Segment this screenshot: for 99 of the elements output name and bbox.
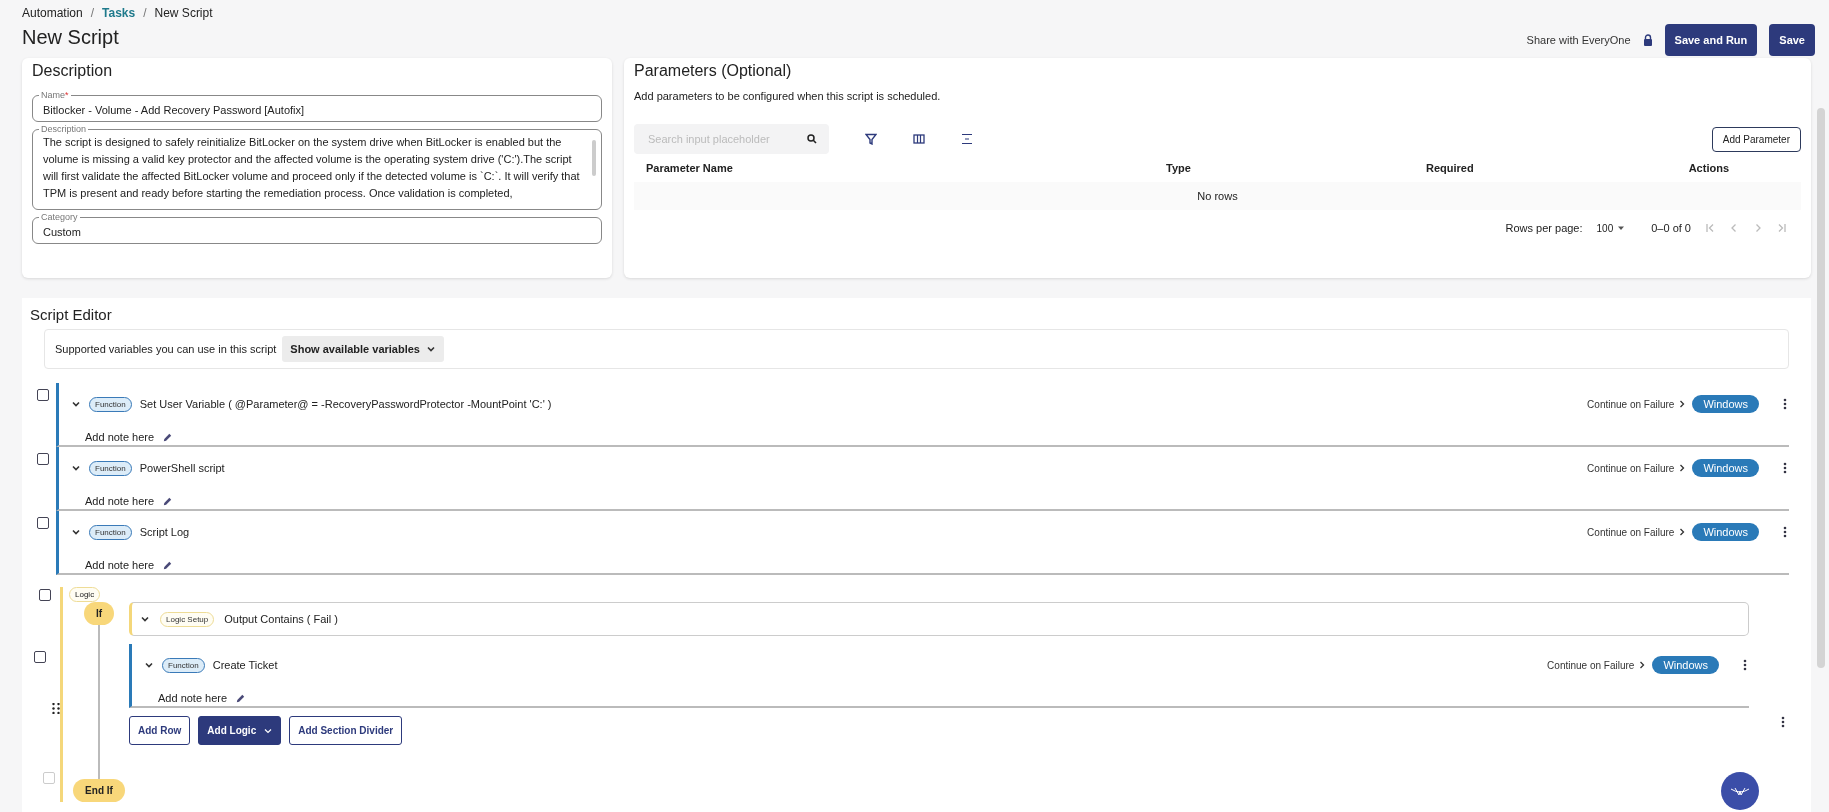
density-icon[interactable] bbox=[961, 133, 973, 145]
condition-text: Output Contains ( Fail ) bbox=[224, 613, 338, 625]
os-badge: Windows bbox=[1652, 656, 1719, 674]
dropdown-caret-icon bbox=[1617, 225, 1626, 231]
checkbox[interactable] bbox=[37, 517, 49, 529]
chevron-right-icon bbox=[1678, 464, 1687, 472]
columns-icon[interactable] bbox=[913, 134, 925, 144]
chevron-right-icon bbox=[1678, 528, 1687, 536]
field-label: Name* bbox=[40, 90, 70, 100]
chevron-down-icon bbox=[71, 527, 81, 537]
description-textarea[interactable] bbox=[32, 124, 602, 210]
pencil-icon[interactable] bbox=[162, 559, 174, 571]
logic-setup-tag: Logic Setup bbox=[160, 611, 215, 627]
empty-table-message: No rows bbox=[634, 182, 1801, 210]
search-icon bbox=[807, 134, 817, 144]
note-text[interactable]: Add note here bbox=[85, 495, 155, 507]
header-button[interactable]: Save and Run bbox=[1664, 24, 1758, 56]
os-badge: Windows bbox=[1692, 459, 1759, 477]
breadcrumb-separator: / bbox=[143, 6, 147, 20]
end-if-label: End If bbox=[73, 779, 125, 802]
rows-per-page-label: Rows per page: bbox=[1505, 222, 1583, 234]
expand-toggle[interactable] bbox=[140, 614, 150, 624]
field-label: Description bbox=[40, 124, 88, 134]
text-field[interactable]: Category Custom bbox=[32, 212, 602, 244]
add-button[interactable]: Add Section Divider bbox=[289, 716, 403, 745]
note-text[interactable]: Add note here bbox=[85, 559, 155, 571]
add-parameter-button[interactable]: Add Parameter bbox=[1711, 126, 1801, 152]
continue-on-failure-link[interactable]: Continue on Failure bbox=[1547, 659, 1647, 671]
assistant-button[interactable] bbox=[1721, 772, 1759, 810]
chevron-down-icon bbox=[425, 344, 436, 354]
breadcrumb-item: New Script bbox=[154, 6, 213, 20]
field-label: Category bbox=[40, 212, 79, 222]
field-value: The script is designed to safely reinitialize BitLocker on the system drive when BitLocker is enabled but the volume is missing a valid key protector and the affected volume is the operating system drive ('C:').The script will first validate the affected BitLocker volume and proceed only if the detected volume is `C:`. It will verify that TPM is present and ready before starting the remediation process. Once validation is completed, bbox=[43, 135, 581, 201]
lock-icon[interactable] bbox=[1642, 34, 1653, 46]
breadcrumb-item: Automation bbox=[22, 6, 83, 20]
card-title: Parameters (Optional) bbox=[634, 62, 793, 80]
column-header: Actions bbox=[1687, 162, 1730, 174]
expand-toggle[interactable] bbox=[71, 399, 81, 409]
note-text[interactable]: Add note here bbox=[85, 431, 155, 443]
note-text[interactable]: Add note here bbox=[158, 692, 228, 704]
column-header: Parameter Name bbox=[646, 162, 734, 174]
chevron-right-icon bbox=[1638, 661, 1647, 669]
text-field[interactable]: Name* Bitlocker - Volume - Add Recovery Password [Autofix] bbox=[32, 90, 602, 122]
continue-on-failure-link[interactable]: Continue on Failure bbox=[1587, 462, 1687, 474]
continue-on-failure-link[interactable]: Continue on Failure bbox=[1587, 398, 1687, 410]
scrollbar[interactable] bbox=[1817, 108, 1825, 668]
function-tag: Function bbox=[89, 460, 132, 476]
search-input[interactable]: Search input placeholder bbox=[646, 132, 796, 146]
page-title: New Script bbox=[22, 26, 120, 49]
card-title: Description bbox=[32, 62, 114, 80]
logic-tag: Logic bbox=[69, 587, 101, 602]
os-badge: Windows bbox=[1692, 523, 1759, 541]
add-button[interactable]: Add Row bbox=[129, 716, 191, 745]
share-label: Share with EveryOne bbox=[1526, 34, 1631, 46]
pencil-icon[interactable] bbox=[162, 495, 174, 507]
breadcrumb-link[interactable]: Tasks bbox=[102, 6, 136, 20]
field-value: Bitlocker - Volume - Add Recovery Password [Autofix] bbox=[43, 104, 305, 116]
if-label: If bbox=[83, 602, 115, 625]
function-tag: Function bbox=[89, 524, 132, 540]
page-range: 0–0 of 0 bbox=[1651, 222, 1691, 234]
step-title: Script Log bbox=[139, 526, 190, 538]
function-tag: Function bbox=[162, 657, 205, 673]
chevron-down-icon bbox=[71, 463, 81, 473]
os-badge: Windows bbox=[1692, 395, 1759, 413]
chevron-right-icon bbox=[1678, 400, 1687, 408]
bridge-icon bbox=[1730, 786, 1750, 796]
checkbox[interactable] bbox=[34, 651, 46, 663]
checkbox[interactable] bbox=[37, 389, 49, 401]
card-subtitle: Add parameters to be configured when this script is scheduled. bbox=[634, 90, 942, 102]
show-variables-button[interactable]: Show available variables bbox=[282, 336, 444, 362]
scrollbar[interactable] bbox=[592, 140, 596, 176]
expand-toggle[interactable] bbox=[144, 660, 154, 670]
step-title: PowerShell script bbox=[139, 462, 225, 474]
rows-per-page-select[interactable]: 100 bbox=[1596, 222, 1626, 234]
search-field[interactable]: Search input placeholder bbox=[634, 124, 829, 154]
expand-toggle[interactable] bbox=[71, 463, 81, 473]
checkbox[interactable] bbox=[37, 453, 49, 465]
column-header: Type bbox=[1166, 162, 1192, 174]
field-value: Custom bbox=[43, 226, 81, 238]
chevron-down-icon bbox=[140, 614, 150, 624]
drag-handle-icon[interactable] bbox=[52, 703, 60, 714]
filter-icon[interactable] bbox=[865, 133, 877, 145]
function-tag: Function bbox=[89, 396, 132, 412]
pencil-icon[interactable] bbox=[162, 431, 174, 443]
breadcrumb-separator: / bbox=[90, 6, 95, 20]
chevron-down-icon bbox=[264, 727, 273, 734]
step-title: Set User Variable ( @Parameter@ = -RecoveryPasswordProtector -MountPoint 'C:' ) bbox=[139, 398, 552, 410]
variables-hint: Supported variables you can use in this script bbox=[55, 343, 277, 355]
chevron-down-icon bbox=[144, 660, 154, 670]
pencil-icon[interactable] bbox=[235, 692, 247, 704]
chevron-down-icon bbox=[71, 399, 81, 409]
continue-on-failure-link[interactable]: Continue on Failure bbox=[1587, 526, 1687, 538]
header-button[interactable]: Save bbox=[1769, 24, 1815, 56]
column-header: Required bbox=[1426, 162, 1475, 174]
section-title: Script Editor bbox=[30, 306, 113, 323]
step-title: Create Ticket bbox=[212, 659, 278, 671]
expand-toggle[interactable] bbox=[71, 527, 81, 537]
add-button[interactable]: Add Logic bbox=[198, 716, 282, 745]
checkbox[interactable] bbox=[39, 589, 51, 601]
